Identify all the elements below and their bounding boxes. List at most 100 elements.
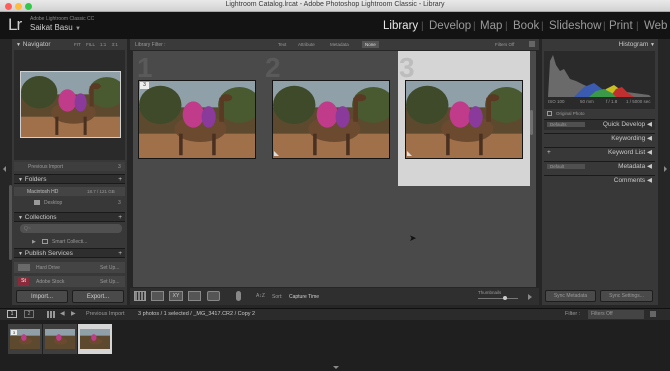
smart-collections-item[interactable]: ▶ Smart Collecti... <box>14 237 125 246</box>
back-arrow-icon[interactable]: ◀ <box>60 310 65 317</box>
cell-index: 3 <box>399 52 415 83</box>
comments-header[interactable]: Comments ◀ <box>544 175 655 185</box>
stack-count-badge[interactable]: 3 <box>140 82 149 89</box>
export-button[interactable]: Export... <box>72 290 124 303</box>
filmstrip-thumb-1[interactable]: 3 <box>8 324 42 354</box>
publish-adobe-stock[interactable]: St Adobe Stock Set Up... <box>14 276 125 287</box>
compare-view-icon[interactable]: XY <box>169 291 183 301</box>
quick-develop-preset[interactable]: Defaults <box>547 122 585 127</box>
navigator-preview-image[interactable] <box>20 71 121 138</box>
photo-thumbnail-3[interactable] <box>405 80 523 159</box>
histogram-header[interactable]: Histogram ▼ <box>542 40 655 50</box>
filter-text-option[interactable]: Text <box>278 42 286 47</box>
main-window-button[interactable]: 1 <box>7 310 17 318</box>
grid-cell-3[interactable]: 3 <box>398 51 530 186</box>
module-library[interactable]: Library <box>383 20 418 32</box>
sort-dropdown[interactable]: Capture Time <box>289 294 319 300</box>
smart-collection-icon <box>42 239 48 244</box>
filmstrip-source[interactable]: Previous Import <box>86 311 125 317</box>
module-develop[interactable]: Develop <box>429 20 471 32</box>
filmstrip-toggle-icon[interactable] <box>333 366 339 369</box>
filter-metadata-option[interactable]: Metadata <box>330 42 349 47</box>
import-button[interactable]: Import... <box>16 290 68 303</box>
filmstrip-thumb-3-selected[interactable] <box>78 324 112 354</box>
mouse-cursor-icon: ➤ <box>409 233 417 243</box>
loupe-view-icon[interactable] <box>151 291 164 301</box>
grid-cell-1[interactable]: 1 3 <box>133 51 265 186</box>
module-separator: | <box>421 21 424 32</box>
toolbar-menu-icon[interactable] <box>528 294 532 300</box>
module-map[interactable]: Map <box>480 20 502 32</box>
survey-view-icon[interactable] <box>188 291 201 301</box>
window-title: Lightroom Catalog.lrcat - Adobe Photosho… <box>225 1 445 8</box>
painter-icon[interactable] <box>236 291 241 301</box>
collections-search-input[interactable]: Q~ <box>20 224 122 233</box>
product-name: Adobe Lightroom Classic CC <box>30 16 95 22</box>
module-separator: | <box>636 21 639 32</box>
adobe-stock-icon: St <box>18 277 29 286</box>
publish-services-header[interactable]: ▼ Publish Services + <box>14 248 125 258</box>
grid-cell-2[interactable]: 2 <box>265 51 397 186</box>
library-filter-title: Library Filter : <box>135 42 166 48</box>
add-keyword-icon[interactable]: + <box>547 148 551 158</box>
quick-develop-header[interactable]: Defaults Quick Develop ◀ <box>544 119 655 130</box>
module-separator: | <box>505 21 508 32</box>
catalog-previous-import[interactable]: Previous Import 3 <box>14 162 125 171</box>
secondary-window-button[interactable]: 2 <box>24 310 34 318</box>
cell-index: 1 <box>137 52 153 83</box>
navigator-zoom-options[interactable]: FIT FILL 1:1 3:1 <box>74 42 118 47</box>
filmstrip-grid-icon[interactable] <box>47 311 55 318</box>
original-photo-label: Original Photo <box>556 111 585 116</box>
filters-off-dropdown[interactable]: Filters Off <box>495 42 514 47</box>
folder-desktop[interactable]: Desktop 3 <box>14 198 125 207</box>
thumbnails-label: Thumbnails <box>478 290 502 295</box>
sync-metadata-button[interactable]: Sync Metadata <box>545 290 596 302</box>
virtual-copy-icon <box>407 151 412 156</box>
filmstrip-stack-badge: 3 <box>11 330 17 335</box>
thumbnail-size-slider[interactable] <box>478 298 518 299</box>
filmstrip-filter-label: Filter : <box>565 311 581 317</box>
keyword-list-header[interactable]: + Keyword List ◀ <box>544 147 655 157</box>
right-panel-toggle-icon[interactable] <box>664 166 667 172</box>
virtual-copy-icon <box>274 151 279 156</box>
publish-hard-drive[interactable]: Hard Drive Set Up... <box>14 262 125 273</box>
user-name[interactable]: Saikat Basu ▼ <box>30 23 81 32</box>
filter-attribute-option[interactable]: Attribute <box>298 42 315 47</box>
adobe-stock-setup-link[interactable]: Set Up... <box>100 279 119 285</box>
metadata-header[interactable]: Default Metadata ◀ <box>544 161 655 172</box>
filmstrip-lock-icon[interactable] <box>650 311 656 317</box>
exif-shutter: 1 / 5000 sec <box>626 99 651 104</box>
exif-aperture: f / 1.8 <box>606 99 618 104</box>
metadata-preset[interactable]: Default <box>547 164 585 169</box>
filmstrip-thumb-2[interactable] <box>43 324 77 354</box>
histogram-area: ISO 100 50 mm f / 1.8 1 / 5000 sec <box>544 51 655 109</box>
exif-focal-length: 50 mm <box>580 99 594 104</box>
grid-scrollbar[interactable] <box>530 110 533 135</box>
hard-drive-setup-link[interactable]: Set Up... <box>100 265 119 271</box>
folder-drive-macintosh[interactable]: Macintosh HD 18.7 / 121 GB <box>14 187 125 196</box>
forward-arrow-icon[interactable]: ▶ <box>71 310 76 317</box>
thumbnail-slider-thumb[interactable] <box>503 296 507 300</box>
grid-view-icon[interactable] <box>134 291 146 301</box>
filter-none-option[interactable]: None <box>362 41 379 48</box>
user-dropdown-arrow: ▼ <box>74 26 81 32</box>
original-photo-checkbox[interactable] <box>547 111 552 116</box>
folders-header[interactable]: ▼ Folders + <box>14 174 125 184</box>
left-panel-toggle-icon[interactable] <box>3 166 6 172</box>
left-panel-scrollbar[interactable] <box>9 185 12 260</box>
module-web[interactable]: Web <box>644 20 667 32</box>
filmstrip-info[interactable]: 3 photos / 1 selected / _MG_3417.CR2 / C… <box>138 311 255 317</box>
module-print[interactable]: Print <box>609 20 633 32</box>
sync-settings-button[interactable]: Sync Settings... <box>600 290 653 302</box>
sort-direction-icon[interactable]: A↕Z <box>256 293 265 299</box>
histogram-graph[interactable] <box>544 51 655 97</box>
keywording-header[interactable]: Keywording ◀ <box>544 133 655 143</box>
filmstrip-filter-dropdown[interactable]: Filters Off <box>588 310 644 319</box>
lock-icon[interactable] <box>529 41 535 47</box>
module-book[interactable]: Book <box>513 20 539 32</box>
module-slideshow[interactable]: Slideshow <box>549 20 601 32</box>
photo-thumbnail-2[interactable] <box>272 80 390 159</box>
people-view-icon[interactable] <box>207 291 220 301</box>
photo-thumbnail-1[interactable] <box>138 80 256 159</box>
collections-header[interactable]: ▼ Collections + <box>14 212 125 222</box>
